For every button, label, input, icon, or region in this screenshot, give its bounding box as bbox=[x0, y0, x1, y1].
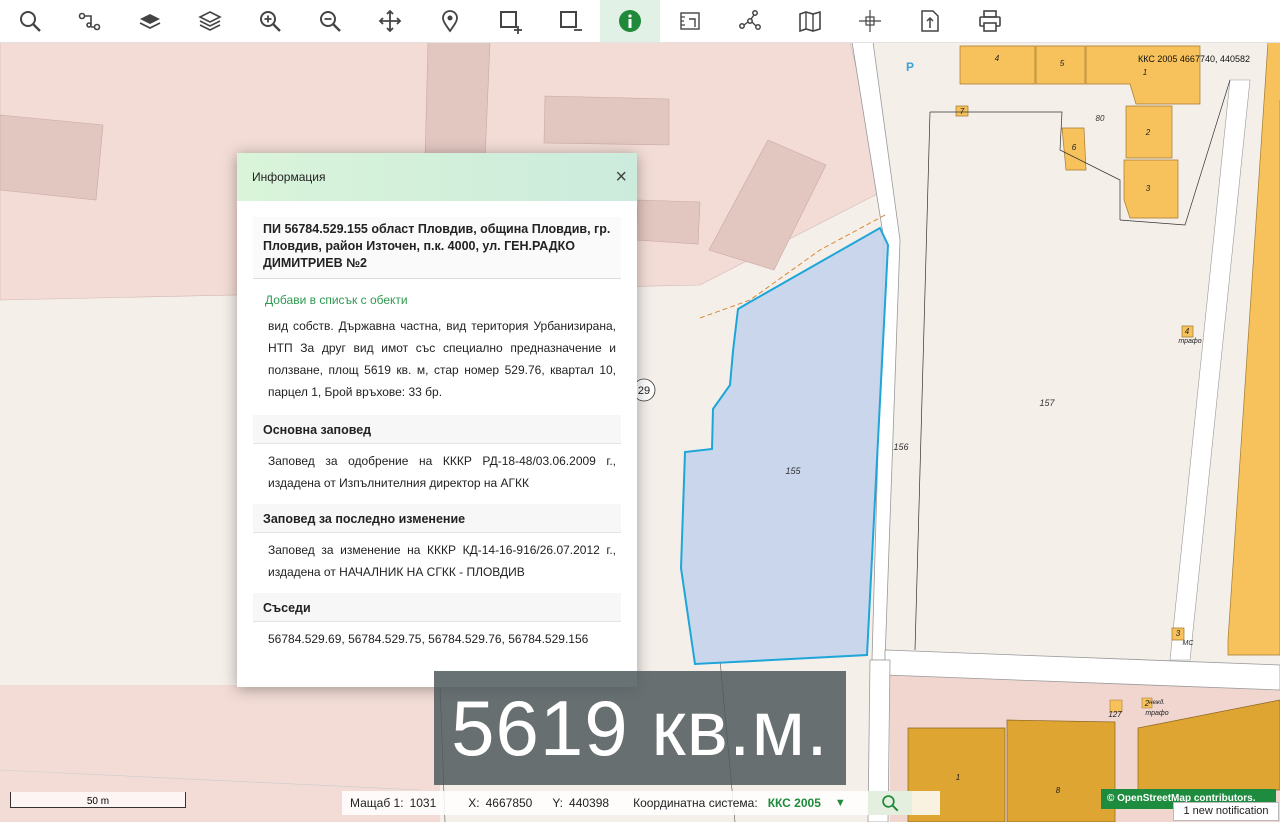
parcel-title: ПИ 56784.529.155 област Пловдив, община … bbox=[253, 217, 621, 279]
svg-text:156: 156 bbox=[893, 442, 908, 452]
measure-area-icon bbox=[680, 12, 700, 30]
y-label: Y: bbox=[552, 796, 564, 810]
svg-text:8: 8 bbox=[1056, 786, 1061, 795]
x-label: X: bbox=[468, 796, 480, 810]
coord-system-select[interactable]: ККС 2005 bbox=[768, 796, 821, 810]
map-coordinate-label: ККС 2005 4667740, 440582 bbox=[1138, 54, 1250, 64]
zoom-in-icon bbox=[260, 11, 281, 32]
coordinate-search-button[interactable] bbox=[867, 791, 912, 815]
neighbors-heading: Съседи bbox=[253, 593, 621, 622]
neighbors-text: 56784.529.69, 56784.529.75, 56784.529.76… bbox=[268, 632, 589, 646]
layer-button[interactable] bbox=[120, 0, 180, 42]
info-panel-title: Информация bbox=[252, 170, 326, 184]
info-icon bbox=[619, 10, 641, 32]
pan-icon bbox=[378, 9, 402, 33]
route-icon bbox=[78, 12, 101, 31]
crosshair-button[interactable] bbox=[840, 0, 900, 42]
layers-button[interactable] bbox=[180, 0, 240, 42]
info-panel: Информация × ПИ 56784.529.155 област Пло… bbox=[237, 153, 637, 687]
layer-icon bbox=[139, 14, 161, 30]
svg-text:3: 3 bbox=[1176, 629, 1181, 638]
route-button[interactable] bbox=[60, 0, 120, 42]
svg-text:80: 80 bbox=[1096, 114, 1105, 123]
parcel-description: вид собств. Държавна частна, вид територ… bbox=[268, 319, 616, 399]
svg-text:2: 2 bbox=[1145, 128, 1151, 137]
svg-text:P: P bbox=[906, 60, 914, 74]
svg-text:МС: МС bbox=[1183, 640, 1195, 647]
marker-button[interactable] bbox=[420, 0, 480, 42]
svg-text:трафо: трафо bbox=[1145, 710, 1168, 717]
y-value: 440398 bbox=[569, 796, 610, 810]
measure-distance-icon bbox=[739, 10, 761, 30]
add-to-list-link[interactable]: Добави в списък с обекти bbox=[253, 279, 621, 313]
zoom-in-button[interactable] bbox=[240, 0, 300, 42]
select-remove-button[interactable] bbox=[540, 0, 600, 42]
svg-text:трафо: трафо bbox=[1178, 338, 1201, 345]
notification-badge[interactable]: 1 new notification bbox=[1173, 802, 1279, 821]
search-icon bbox=[20, 11, 41, 32]
svg-text:3: 3 bbox=[1146, 184, 1151, 193]
svg-text:нежд.: нежд. bbox=[1149, 700, 1165, 706]
print-icon bbox=[979, 10, 1001, 32]
select-add-icon bbox=[500, 11, 522, 34]
info-panel-header: Информация × bbox=[237, 153, 637, 201]
last-change-text: Заповед за изменение на КККР КД-14-16-91… bbox=[268, 543, 616, 579]
print-button[interactable] bbox=[960, 0, 1020, 42]
toolbar bbox=[0, 0, 1280, 43]
info-button[interactable] bbox=[600, 0, 660, 42]
close-button[interactable]: × bbox=[615, 167, 627, 187]
svg-text:1: 1 bbox=[1143, 68, 1147, 77]
last-change-heading: Заповед за последно изменение bbox=[253, 504, 621, 533]
export-icon bbox=[921, 10, 939, 32]
marker-icon bbox=[442, 10, 458, 33]
x-value: 4667850 bbox=[485, 796, 533, 810]
map-icon bbox=[799, 10, 821, 33]
select-add-button[interactable] bbox=[480, 0, 540, 42]
search-button[interactable] bbox=[0, 0, 60, 42]
svg-text:127: 127 bbox=[1108, 710, 1122, 719]
svg-text:29: 29 bbox=[638, 385, 650, 397]
export-button[interactable] bbox=[900, 0, 960, 42]
map-button[interactable] bbox=[780, 0, 840, 42]
svg-text:155: 155 bbox=[785, 466, 801, 476]
info-panel-body: ПИ 56784.529.155 област Пловдив, община … bbox=[237, 201, 637, 654]
coord-system-label: Координатна система: bbox=[633, 796, 758, 810]
scale-value: 1031 bbox=[409, 796, 437, 810]
pan-button[interactable] bbox=[360, 0, 420, 42]
svg-text:4: 4 bbox=[995, 54, 1000, 63]
crosshair-icon bbox=[859, 10, 881, 32]
zoom-out-icon bbox=[320, 11, 341, 32]
svg-text:6: 6 bbox=[1072, 143, 1077, 152]
status-bar: Мащаб 1: 1031 X: 4667850 Y: 440398 Коорд… bbox=[342, 791, 940, 815]
svg-text:5: 5 bbox=[1060, 59, 1065, 68]
scale-bar: 50 m bbox=[10, 792, 186, 808]
select-remove-icon bbox=[560, 11, 582, 31]
svg-text:7: 7 bbox=[960, 107, 965, 116]
measure-area-button[interactable] bbox=[660, 0, 720, 42]
scale-label: Мащаб 1: bbox=[350, 796, 404, 810]
layers-icon bbox=[198, 11, 222, 31]
zoom-out-button[interactable] bbox=[300, 0, 360, 42]
main-order-text: Заповед за одобрение на КККР РД-18-48/03… bbox=[268, 454, 616, 490]
main-order-heading: Основна заповед bbox=[253, 415, 621, 444]
measure-distance-button[interactable] bbox=[720, 0, 780, 42]
svg-text:1: 1 bbox=[956, 773, 960, 782]
svg-text:4: 4 bbox=[1185, 327, 1190, 336]
search-icon bbox=[881, 795, 899, 812]
area-overlay: 5619 кв.м. bbox=[434, 671, 846, 785]
chevron-down-icon[interactable]: ▼ bbox=[835, 797, 846, 809]
svg-text:157: 157 bbox=[1039, 398, 1055, 408]
